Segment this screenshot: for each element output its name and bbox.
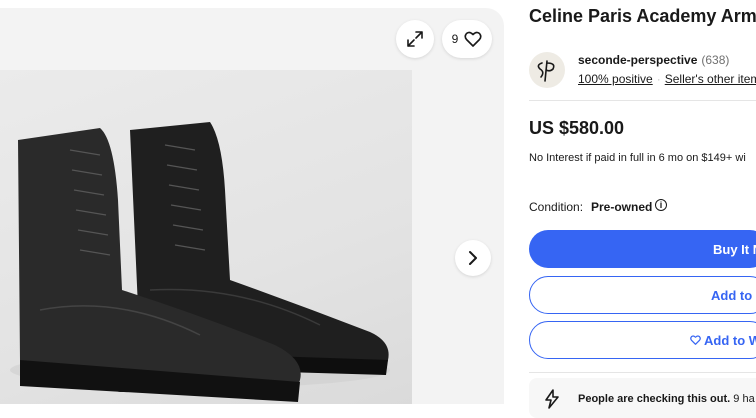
add-to-watchlist-label: Add to W (704, 332, 756, 348)
urgency-signal: People are checking this out. 9 ha (529, 378, 756, 418)
divider (529, 372, 756, 373)
expand-button[interactable] (396, 20, 434, 58)
listing-title: Celine Paris Academy Army (529, 6, 756, 26)
heart-icon (464, 31, 482, 47)
seller-logo-icon (537, 60, 555, 82)
lightning-icon (545, 389, 559, 409)
urgency-bold-text: People are checking this out. (578, 393, 731, 405)
heart-icon (690, 335, 701, 345)
urgency-text: People are checking this out. 9 ha (578, 393, 755, 405)
seller-feedback-count: (638) (701, 53, 730, 67)
product-photo[interactable] (0, 70, 412, 404)
watch-count: 9 (451, 32, 459, 46)
expand-icon (407, 31, 423, 47)
watch-button[interactable]: 9 (442, 20, 492, 58)
boot-image (10, 122, 390, 402)
financing-text: No Interest if paid in full in 6 mo on $… (529, 152, 746, 164)
positive-feedback-link[interactable]: 100% positive (578, 72, 653, 86)
divider (529, 100, 756, 101)
urgency-rest-text: 9 ha (730, 393, 755, 405)
add-to-watchlist-button[interactable]: Add to W (529, 321, 756, 359)
item-price: US $580.00 (529, 118, 625, 138)
next-image-button[interactable] (455, 240, 491, 276)
seller-avatar[interactable] (529, 52, 565, 88)
seller-links: 100% positive· Seller's other items (578, 72, 756, 86)
chevron-right-icon (469, 251, 477, 265)
add-to-cart-button[interactable]: Add to c (529, 276, 756, 314)
condition-value: Pre-owned (591, 200, 653, 214)
seller-other-items-link[interactable]: Seller's other items (665, 72, 756, 86)
condition-label: Condition: (529, 200, 584, 214)
image-gallery: 9 (0, 8, 504, 404)
info-icon[interactable]: i (655, 199, 667, 211)
seller-name[interactable]: seconde-perspective (638) (578, 53, 729, 67)
buy-it-now-button[interactable]: Buy It N (529, 230, 756, 268)
seller-username[interactable]: seconde-perspective (578, 53, 697, 67)
link-separator: · (656, 72, 661, 86)
